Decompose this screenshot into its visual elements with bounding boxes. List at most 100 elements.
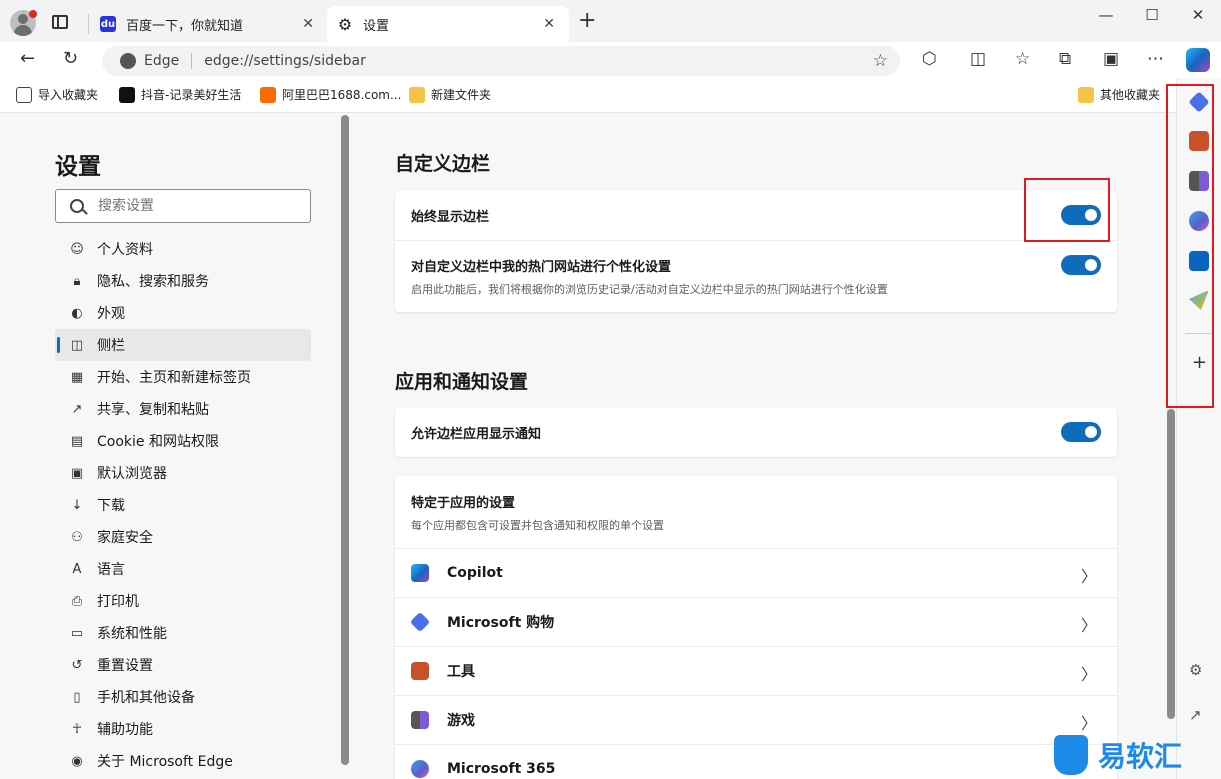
split-screen-icon[interactable]: ◫	[970, 50, 986, 68]
nav-item-phone[interactable]: ▯ 手机和其他设备	[55, 681, 311, 713]
highlight-sidebar-box	[1166, 84, 1214, 408]
download-icon: ↓	[71, 497, 83, 513]
nav-label: 共享、复制和粘贴	[97, 402, 209, 418]
back-arrow-icon[interactable]: ←	[20, 50, 35, 68]
other-favorites[interactable]: 其他收藏夹	[1078, 86, 1160, 103]
bookmark-label: 导入收藏夹	[38, 88, 99, 102]
app-row-tools[interactable]: 工具 〉	[395, 646, 1117, 695]
nav-label: 系统和性能	[97, 626, 167, 642]
bookmark-item[interactable]: 新建文件夹	[409, 86, 491, 103]
nav-item-cookies[interactable]: ▤ Cookie 和网站权限	[55, 425, 311, 457]
nav-item-downloads[interactable]: ↓ 下载	[55, 489, 311, 521]
printer-icon: ⎙	[71, 593, 83, 609]
url-text[interactable]: edge://settings/sidebar	[204, 53, 366, 69]
search-input[interactable]	[98, 198, 288, 214]
app-row-copilot[interactable]: Copilot 〉	[395, 548, 1117, 597]
sidebar-icon: ◫	[70, 337, 84, 353]
search-box[interactable]	[55, 189, 311, 223]
close-window-button[interactable]: ✕	[1175, 6, 1221, 24]
nav-item-family[interactable]: ⚇ 家庭安全	[55, 521, 311, 553]
app-row-shopping[interactable]: Microsoft 购物 〉	[395, 597, 1117, 646]
language-icon: A	[72, 561, 82, 577]
phone-icon: ▯	[73, 689, 81, 705]
page-title: 设置	[55, 154, 101, 180]
nav-item-reset[interactable]: ↺ 重置设置	[55, 649, 311, 681]
app-row-games[interactable]: 游戏 〉	[395, 695, 1117, 744]
extensions-icon[interactable]: ⬡	[922, 50, 937, 68]
nav-label: 侧栏	[97, 338, 125, 354]
nav-label: 个人资料	[97, 242, 153, 258]
allow-notifications-toggle[interactable]	[1061, 422, 1101, 442]
bookmark-item[interactable]: 导入收藏夹	[16, 86, 98, 103]
always-show-sidebar-row: 始终显示边栏	[395, 191, 1117, 240]
maximize-button[interactable]: ☐	[1129, 6, 1175, 24]
folder-icon	[409, 86, 425, 103]
close-tab-icon[interactable]: ✕	[543, 16, 555, 32]
web-capture-icon[interactable]: ▣	[1103, 50, 1119, 68]
nav-item-default-browser[interactable]: ▣ 默认浏览器	[55, 457, 311, 489]
baidu-paw-icon: du	[100, 16, 116, 32]
setting-label: 特定于应用的设置	[411, 495, 516, 511]
nav-item-system[interactable]: ▭ 系统和性能	[55, 617, 311, 649]
folder-icon	[1078, 86, 1094, 103]
tab-settings[interactable]: ⚙ 设置 ✕	[327, 6, 569, 42]
collections-icon[interactable]: ⧉	[1059, 50, 1071, 68]
nav-item-appearance[interactable]: ◐ 外观	[55, 297, 311, 329]
nav-item-about[interactable]: ◉ 关于 Microsoft Edge	[55, 745, 311, 777]
favorite-star-icon[interactable]: ☆	[873, 51, 888, 71]
nav-item-start-home[interactable]: ▦ 开始、主页和新建标签页	[55, 361, 311, 393]
browser-icon: ▣	[70, 465, 84, 481]
nav-item-profile[interactable]: ☺ 个人资料	[55, 233, 311, 265]
chevron-right-icon: 〉	[1080, 665, 1097, 684]
bookmark-item[interactable]: 阿里巴巴1688.com...	[260, 86, 401, 103]
nav-label: 辅助功能	[97, 722, 153, 738]
open-external-icon[interactable]: ↗	[1189, 706, 1202, 724]
refresh-icon[interactable]: ↻	[63, 50, 78, 68]
bookmark-label: 新建文件夹	[431, 88, 492, 102]
chevron-right-icon: 〉	[1080, 616, 1097, 635]
bookmarks-bar: 导入收藏夹 抖音-记录美好生活 阿里巴巴1688.com... 新建文件夹 其他…	[0, 78, 1221, 112]
edge-icon	[120, 53, 136, 69]
nav-label: 家庭安全	[97, 530, 153, 546]
address-bar[interactable]: Edge edge://settings/sidebar ☆	[102, 46, 900, 76]
nav-label: 语言	[97, 562, 125, 578]
watermark: 易软汇	[1054, 732, 1182, 778]
nav-label: 隐私、搜索和服务	[97, 274, 209, 290]
accessibility-icon: ☥	[72, 721, 82, 737]
main-scrollbar[interactable]	[1167, 409, 1175, 719]
nav-item-printers[interactable]: ⎙ 打印机	[55, 585, 311, 617]
notifications-card: 允许边栏应用显示通知	[395, 408, 1117, 457]
profile-status-dot	[29, 10, 37, 18]
share-icon: ↗	[71, 401, 83, 417]
app-label: Microsoft 365	[447, 761, 556, 777]
nav-item-language[interactable]: A 语言	[55, 553, 311, 585]
tab-actions-icon[interactable]	[52, 15, 68, 29]
settings-nav-list: ☺ 个人资料 🔒︎ 隐私、搜索和服务 ◐ 外观 ◫ 侧栏 ▦ 开始、主页和新建标签页 ↗ 共…	[55, 233, 311, 777]
home-icon: ▦	[70, 369, 84, 385]
app-settings-header: 特定于应用的设置 每个应用都包含可设置并包含通知和权限的单个设置	[395, 476, 1117, 548]
new-tab-button[interactable]: +	[578, 10, 596, 32]
toolbox-icon	[411, 662, 429, 680]
setting-label: 允许边栏应用显示通知	[411, 427, 542, 442]
customize-sidebar-icon[interactable]: ⚙	[1189, 661, 1202, 679]
app-label: Microsoft 购物	[447, 615, 555, 631]
copilot-icon	[411, 564, 429, 582]
nav-item-sidebar[interactable]: ◫ 侧栏	[55, 329, 311, 361]
settings-page: 设置 ☺ 个人资料 🔒︎ 隐私、搜索和服务 ◐ 外观 ◫ 侧栏 ▦ 开始、主页和新建标签页…	[0, 112, 1176, 779]
more-menu-icon[interactable]: ⋯	[1147, 50, 1164, 68]
tab-baidu[interactable]: du 百度一下，你就知道 ✕	[90, 6, 328, 42]
personalize-sites-toggle[interactable]	[1061, 255, 1101, 275]
close-tab-icon[interactable]: ✕	[302, 16, 314, 32]
app-row-microsoft-365[interactable]: Microsoft 365	[395, 744, 1117, 779]
tiktok-icon	[119, 86, 135, 103]
favorites-icon[interactable]: ☆	[1015, 50, 1030, 68]
profile-icon: ☺	[70, 241, 84, 257]
nav-item-accessibility[interactable]: ☥ 辅助功能	[55, 713, 311, 745]
nav-item-share[interactable]: ↗ 共享、复制和粘贴	[55, 393, 311, 425]
bookmark-item[interactable]: 抖音-记录美好生活	[119, 86, 241, 103]
minimize-button[interactable]: —	[1083, 6, 1129, 24]
watermark-text: 易软汇	[1098, 740, 1183, 773]
copilot-icon[interactable]	[1186, 48, 1210, 72]
lock-icon: 🔒︎	[73, 273, 81, 289]
nav-item-privacy[interactable]: 🔒︎ 隐私、搜索和服务	[55, 265, 311, 297]
